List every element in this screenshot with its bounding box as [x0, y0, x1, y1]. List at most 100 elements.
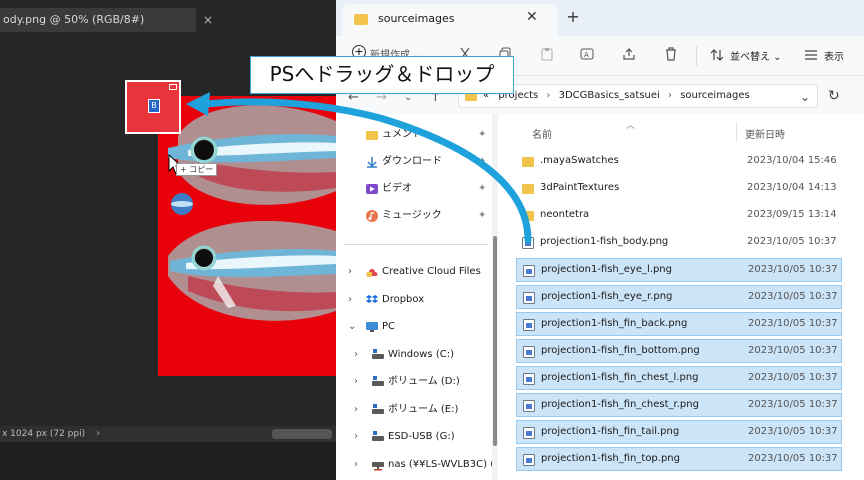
breadcrumb-3dcgbasics[interactable]: 3DCGBasics_satsuei	[559, 90, 660, 101]
document-canvas[interactable]	[158, 96, 336, 376]
document-tab[interactable]: ody.png @ 50% (RGB/8#)	[0, 8, 196, 32]
nav-item-label: ュメント	[382, 129, 422, 140]
file-row[interactable]: neontetra 2023/09/15 13:14	[516, 204, 842, 228]
expand-chevron-icon[interactable]: ›	[348, 287, 358, 313]
breadcrumb-separator: ›	[668, 90, 673, 101]
file-name: projection1-fish_eye_l.png	[541, 264, 672, 275]
music-icon	[366, 210, 378, 222]
nav-item-label: ESD-USB (G:)	[388, 431, 455, 442]
nav-item[interactable]: › ESD-USB (G:)	[336, 424, 492, 450]
nav-item[interactable]: ミュージック ✦	[336, 203, 492, 229]
nav-item[interactable]: › Windows (C:)	[336, 342, 492, 368]
nav-item[interactable]: ダウンロード ✦	[336, 149, 492, 175]
file-list: ︿ 名前 更新日時 .mayaSwatches 2023/10/04 15:46 3…	[502, 114, 864, 480]
folder-icon	[354, 14, 368, 25]
video-icon	[366, 184, 378, 194]
file-date: 2023/10/05 10:37	[748, 291, 838, 302]
close-tab-icon[interactable]: ✕	[526, 9, 538, 25]
pin-icon[interactable]: ✦	[478, 122, 486, 148]
file-name: projection1-fish_fin_bottom.png	[541, 345, 700, 356]
nav-item-label: Creative Cloud Files	[382, 266, 481, 277]
png-file-icon	[523, 346, 535, 358]
file-date: 2023/10/05 10:37	[748, 264, 838, 275]
delete-icon[interactable]	[664, 47, 678, 61]
nav-item[interactable]: › ボリューム (E:)	[336, 397, 492, 423]
navigation-pane: ュメント ✦ ダウンロード ✦ ビデオ ✦ ミュージック ✦ › Creative Cloud F…	[336, 114, 502, 480]
file-name: projection1-fish_eye_r.png	[541, 291, 673, 302]
column-header-name[interactable]: 名前	[532, 126, 552, 141]
nav-item-label: nas (¥¥LS-WVLB3C) (Z:	[388, 459, 492, 470]
tab-sourceimages[interactable]: sourceimages ✕	[342, 4, 558, 36]
file-name: projection1-fish_fin_back.png	[541, 318, 688, 329]
file-row[interactable]: .mayaSwatches 2023/10/04 15:46	[516, 150, 842, 174]
expand-chevron-icon[interactable]: ›	[354, 397, 364, 423]
file-name: .mayaSwatches	[540, 155, 619, 166]
nav-item[interactable]: › nas (¥¥LS-WVLB3C) (Z:	[336, 452, 492, 478]
refresh-icon[interactable]: ↻	[828, 88, 840, 104]
folder-icon	[522, 157, 534, 167]
rename-icon[interactable]: A	[580, 47, 594, 61]
file-row[interactable]: projection1-fish_fin_tail.png 2023/10/05 …	[516, 420, 842, 444]
photoshop-bottom-area	[0, 442, 336, 480]
file-row[interactable]: projection1-fish_fin_chest_r.png 2023/10/…	[516, 393, 842, 417]
file-row[interactable]: projection1-fish_body.png 2023/10/05 10:3…	[516, 231, 842, 255]
close-document-icon[interactable]: ×	[198, 8, 218, 32]
expand-chevron-icon[interactable]: ⌄	[348, 314, 358, 340]
nav-scrollbar-thumb[interactable]	[493, 236, 497, 446]
status-menu-arrow-icon[interactable]: ›	[96, 426, 100, 442]
expand-chevron-icon[interactable]: ›	[354, 424, 364, 450]
view-icon[interactable]	[804, 49, 818, 61]
share-icon[interactable]	[622, 47, 636, 61]
file-row[interactable]: projection1-fish_fin_bottom.png 2023/10/0…	[516, 339, 842, 363]
horizontal-scrollbar[interactable]	[272, 429, 332, 439]
file-date: 2023/10/05 10:37	[748, 318, 838, 329]
file-name: projection1-fish_body.png	[540, 236, 669, 247]
nav-item[interactable]: › ボリューム (D:)	[336, 369, 492, 395]
file-row[interactable]: projection1-fish_fin_top.png 2023/10/05 1…	[516, 447, 842, 471]
column-header-date[interactable]: 更新日時	[745, 126, 785, 141]
file-row[interactable]: projection1-fish_eye_l.png 2023/10/05 10:…	[516, 258, 842, 282]
file-date: 2023/10/05 10:37	[748, 345, 838, 356]
breadcrumb[interactable]: « projects › 3DCGBasics_satsuei › source…	[483, 90, 750, 101]
file-name: neontetra	[540, 209, 590, 220]
file-row[interactable]: projection1-fish_fin_chest_l.png 2023/10/…	[516, 366, 842, 390]
pin-icon[interactable]: ✦	[478, 149, 486, 175]
pin-icon[interactable]: ✦	[478, 203, 486, 229]
sort-icon[interactable]	[710, 48, 724, 62]
fish-texture-image	[168, 105, 336, 321]
file-date: 2023/10/05 10:37	[748, 453, 838, 464]
nav-item[interactable]: ビデオ ✦	[336, 176, 492, 202]
breadcrumb-sourceimages[interactable]: sourceimages	[680, 90, 750, 101]
drive-icon	[372, 431, 384, 441]
expand-chevron-icon[interactable]: ›	[354, 369, 364, 395]
nav-item[interactable]: ⌄ PC	[336, 314, 492, 340]
png-file-icon	[523, 427, 535, 439]
new-tab-button[interactable]: +	[562, 6, 584, 28]
drive-icon	[372, 404, 384, 414]
tab-label: sourceimages	[378, 12, 455, 25]
file-row[interactable]: projection1-fish_eye_r.png 2023/10/05 10:…	[516, 285, 842, 309]
expand-chevron-icon[interactable]: ›	[348, 259, 358, 285]
expand-chevron-icon[interactable]: ›	[354, 452, 364, 478]
nav-item-label: Dropbox	[382, 294, 425, 305]
paste-icon[interactable]	[540, 47, 554, 61]
column-separator[interactable]	[736, 122, 737, 142]
file-row[interactable]: 3dPaintTextures 2023/10/04 14:13	[516, 177, 842, 201]
pin-icon[interactable]: ✦	[478, 176, 486, 202]
file-name: projection1-fish_fin_top.png	[541, 453, 680, 464]
file-scrollbar[interactable]	[852, 114, 862, 480]
file-row[interactable]: projection1-fish_fin_back.png 2023/10/05 …	[516, 312, 842, 336]
stack-corner-icon	[169, 84, 177, 90]
nav-item[interactable]: › Creative Cloud Files	[336, 259, 492, 285]
expand-chevron-icon[interactable]: ›	[354, 342, 364, 368]
nav-item-label: ボリューム (D:)	[388, 376, 460, 387]
png-file-icon	[523, 373, 535, 385]
view-button[interactable]: 表示	[824, 48, 844, 63]
nav-item[interactable]: ュメント ✦	[336, 122, 492, 148]
sort-button[interactable]: 並べ替え ⌄	[730, 48, 782, 63]
address-dropdown-icon[interactable]: ⌄	[800, 90, 810, 104]
nav-item[interactable]: › Dropbox	[336, 287, 492, 313]
file-date: 2023/10/05 10:37	[747, 236, 837, 247]
download-icon	[367, 157, 377, 168]
breadcrumb-separator: ›	[546, 90, 551, 101]
